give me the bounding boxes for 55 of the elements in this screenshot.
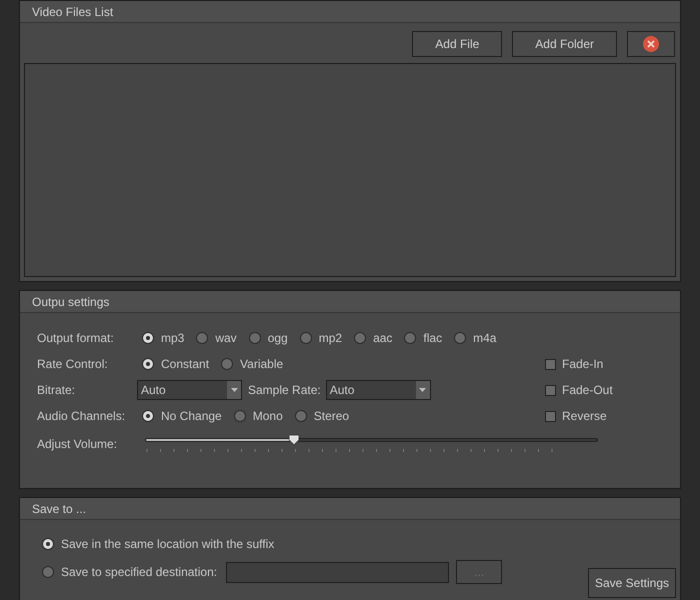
caret-icon <box>230 388 238 392</box>
dropdown[interactable]: Auto <box>326 380 431 400</box>
add-button[interactable]: Add File <box>412 31 502 57</box>
radio-button[interactable] <box>354 332 366 344</box>
radio-label: Variable <box>240 356 284 373</box>
checkbox-label: Fade-Out <box>562 382 613 399</box>
checkbox-label: Fade-In <box>562 356 604 373</box>
radio-label: Save in the same location with the suffix <box>61 536 274 553</box>
radio-button[interactable] <box>42 538 54 550</box>
radio-label: ogg <box>268 330 288 347</box>
radio-label: aac <box>373 330 392 347</box>
radio-button[interactable] <box>221 358 234 370</box>
radio-label: Mono <box>252 408 283 425</box>
panel-title: Outpu settings <box>32 294 110 310</box>
checkbox[interactable] <box>545 384 556 396</box>
checkbox[interactable] <box>545 358 556 370</box>
panel-title: Video Files List <box>32 4 114 20</box>
radio-button[interactable] <box>300 332 312 344</box>
radio-label: m4a <box>473 330 496 347</box>
radio-label: mp3 <box>161 330 184 347</box>
field-label: Audio Channels: <box>37 408 126 425</box>
destination-field[interactable] <box>226 562 450 582</box>
radio-button[interactable] <box>454 332 466 344</box>
radio-label: mp2 <box>318 330 342 347</box>
radio-label: Save to specified destination: <box>61 564 218 581</box>
save-settings-button[interactable]: Save Settings <box>588 568 676 598</box>
radio-button[interactable] <box>42 566 54 578</box>
caret-icon <box>419 388 426 392</box>
radio-button[interactable] <box>142 358 154 370</box>
field-label: Rate Control: <box>37 356 109 373</box>
radio-label: flac <box>423 330 442 347</box>
radio-label: Stereo <box>314 408 350 425</box>
panel-title: Save to ... <box>32 500 86 518</box>
remove-button[interactable] <box>627 31 675 57</box>
field-label: Sample Rate: <box>248 382 321 399</box>
radio-button[interactable] <box>196 332 208 344</box>
checkbox-label: Reverse <box>562 408 607 425</box>
field-label: Bitrate: <box>37 382 76 399</box>
field-label: Output format: <box>37 330 115 347</box>
field-label: Adjust Volume: <box>37 436 118 453</box>
checkbox[interactable] <box>545 410 556 422</box>
radio-button[interactable] <box>142 410 154 422</box>
radio-button[interactable] <box>294 410 307 422</box>
radio-button[interactable] <box>404 332 416 344</box>
radio-button[interactable] <box>234 410 246 422</box>
close-icon <box>643 36 659 52</box>
radio-button[interactable] <box>142 332 154 344</box>
add-button[interactable]: Add Folder <box>512 31 617 57</box>
radio-label: No Change <box>161 408 222 425</box>
radio-button[interactable] <box>248 332 261 344</box>
slider-thumb[interactable] <box>289 435 300 445</box>
radio-label: Constant <box>161 356 210 373</box>
dropdown[interactable]: Auto <box>137 380 242 400</box>
volume-slider[interactable] <box>145 434 598 454</box>
radio-label: wav <box>215 330 237 347</box>
